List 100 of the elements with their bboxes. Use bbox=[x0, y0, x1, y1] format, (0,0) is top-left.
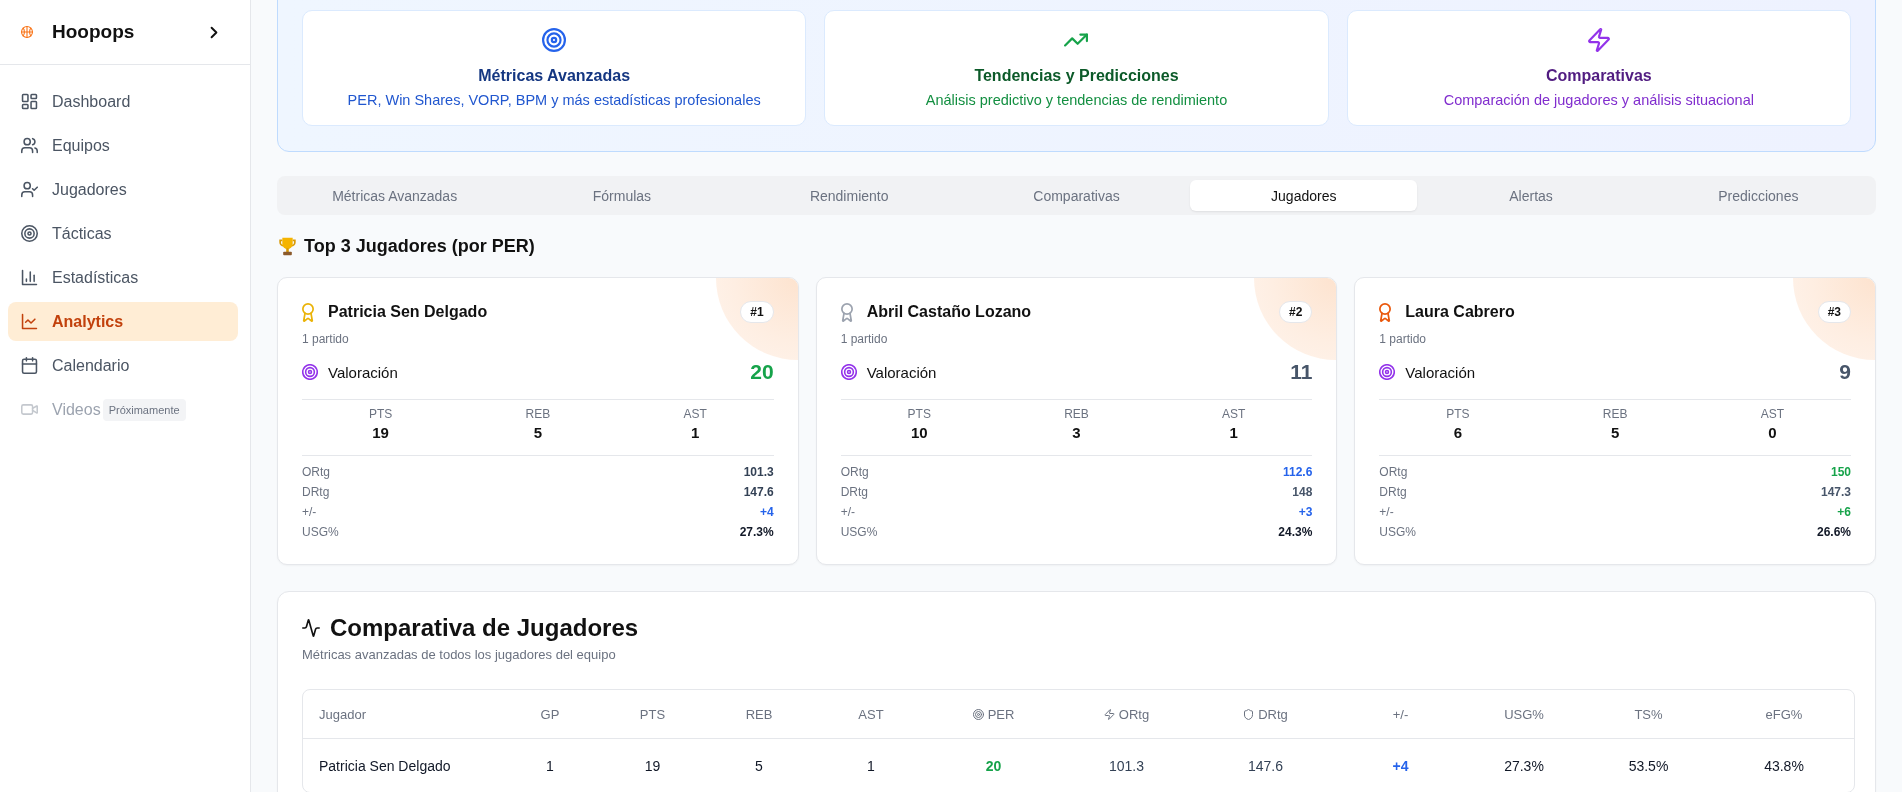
player-name: Laura Cabrero bbox=[1405, 302, 1515, 322]
section-title: Top 3 Jugadores (por PER) bbox=[304, 235, 535, 257]
nav-item[interactable]: Dashboard bbox=[8, 82, 238, 121]
nav-item[interactable]: Estadísticas bbox=[8, 258, 238, 297]
chevron-right-icon[interactable] bbox=[210, 25, 218, 39]
feature-card[interactable]: Tendencias y Predicciones Análisis predictivo y tendencias de rendimiento bbox=[824, 10, 1329, 126]
stat-value: 1 bbox=[689, 423, 701, 443]
target-icon bbox=[840, 364, 857, 380]
metric-label: +/- bbox=[1379, 504, 1394, 521]
stat-label: AST bbox=[1221, 406, 1247, 422]
metric-value: 112.6 bbox=[1282, 464, 1313, 481]
table-cell-text: 5 bbox=[754, 756, 764, 776]
metric-value: 150 bbox=[1830, 464, 1851, 481]
player-name: Abril Castaño Lozano bbox=[866, 302, 1032, 322]
target-icon bbox=[1379, 364, 1396, 380]
tab[interactable]: Comparativas bbox=[962, 180, 1191, 211]
stat-label: REB bbox=[1601, 406, 1629, 422]
target-icon bbox=[21, 225, 38, 242]
feature-title: Tendencias y Predicciones bbox=[974, 67, 1179, 85]
metric-label: ORtg bbox=[840, 464, 869, 481]
tab[interactable]: Métricas Avanzadas bbox=[281, 180, 509, 211]
table-cell-text: 101.3 bbox=[1107, 756, 1145, 776]
stat-value: 0 bbox=[1767, 423, 1778, 443]
tab[interactable]: Fórmulas bbox=[508, 180, 736, 211]
table-cell-text: Patricia Sen Delgado bbox=[318, 756, 452, 776]
rating-label: Valoración bbox=[1405, 363, 1476, 381]
feature-description: Análisis predictivo y tendencias de rendimiento bbox=[925, 91, 1228, 109]
column-header: ORtg bbox=[1118, 707, 1150, 723]
metric-value: 147.3 bbox=[1820, 484, 1851, 501]
video-icon bbox=[21, 401, 38, 418]
stat-label: PTS bbox=[906, 406, 932, 422]
line-chart-icon bbox=[21, 313, 38, 330]
metric-label: USG% bbox=[302, 524, 339, 541]
feature-description: PER, Win Shares, VORP, BPM y más estadísticas profesionales bbox=[347, 91, 761, 109]
metric-value: 147.6 bbox=[743, 484, 774, 501]
metric-value: +6 bbox=[1837, 504, 1851, 521]
tab[interactable]: Rendimiento bbox=[735, 180, 963, 211]
card-subtitle: Métricas avanzadas de todos los jugadores del equipo bbox=[302, 646, 617, 664]
nav-item[interactable]: Jugadores bbox=[8, 170, 238, 209]
column-header: Jugador bbox=[319, 707, 366, 723]
table-cell-text: 20 bbox=[984, 756, 1003, 776]
tab[interactable]: Alertas bbox=[1417, 180, 1645, 211]
table-cell-text: 1 bbox=[545, 756, 555, 776]
card-title: Comparativa de Jugadores bbox=[330, 614, 639, 642]
trophy-icon bbox=[278, 236, 297, 256]
table-cell-text: 43.8% bbox=[1763, 756, 1805, 776]
stat-value: 1 bbox=[1228, 423, 1239, 443]
table-cell-text: 27.3% bbox=[1503, 756, 1545, 776]
column-header: +/- bbox=[1392, 707, 1409, 723]
target-icon bbox=[972, 709, 984, 721]
stat-label: AST bbox=[682, 406, 708, 422]
nav-item[interactable]: Equipos bbox=[8, 126, 238, 165]
column-header: PER bbox=[987, 707, 1015, 723]
metric-value: +4 bbox=[759, 504, 774, 521]
brand-name: Hoopops bbox=[52, 21, 135, 43]
column-header: GP bbox=[540, 707, 560, 723]
column-header: PTS bbox=[639, 707, 666, 723]
metric-value: 101.3 bbox=[743, 464, 774, 481]
user-check-icon bbox=[21, 181, 38, 198]
feature-description: Comparación de jugadores y análisis situacional bbox=[1443, 91, 1754, 109]
stat-value: 6 bbox=[1452, 423, 1464, 443]
stat-value: 5 bbox=[1610, 423, 1621, 443]
rating-value: 20 bbox=[750, 360, 774, 384]
column-header: TS% bbox=[1634, 707, 1663, 723]
stat-label: AST bbox=[1759, 406, 1786, 422]
bar-chart-icon bbox=[21, 269, 38, 286]
table-cell-text: 1 bbox=[866, 756, 876, 776]
stat-label: PTS bbox=[1445, 406, 1471, 422]
column-header: DRtg bbox=[1258, 707, 1288, 723]
table-cell-text: 147.6 bbox=[1246, 756, 1284, 776]
player-name: Patricia Sen Delgado bbox=[328, 302, 488, 322]
metric-value: 24.3% bbox=[1278, 524, 1313, 541]
basketball-icon bbox=[21, 26, 33, 38]
nav-item[interactable]: Calendario bbox=[8, 346, 238, 385]
feature-title: Métricas Avanzadas bbox=[478, 67, 631, 85]
lightning-icon bbox=[1103, 709, 1115, 721]
table-cell-text: 53.5% bbox=[1627, 756, 1670, 776]
metric-value: +3 bbox=[1298, 504, 1313, 521]
metric-label: +/- bbox=[840, 504, 855, 521]
metric-label: ORtg bbox=[1379, 464, 1408, 481]
feature-card[interactable]: Métricas Avanzadas PER, Win Shares, VORP, BPM y más estadísticas profesionales bbox=[302, 10, 807, 126]
games-count: 1 partido bbox=[840, 331, 889, 347]
nav-item[interactable]: Tácticas bbox=[8, 214, 238, 253]
rating-label: Valoración bbox=[328, 363, 398, 381]
target-icon bbox=[302, 364, 318, 380]
tab[interactable]: Predicciones bbox=[1644, 180, 1872, 211]
metric-label: DRtg bbox=[840, 484, 868, 501]
metric-label: +/- bbox=[302, 504, 317, 521]
games-count: 1 partido bbox=[302, 331, 350, 347]
feature-title: Comparativas bbox=[1545, 67, 1652, 85]
tab[interactable]: Jugadores bbox=[1190, 180, 1418, 211]
feature-card[interactable]: Comparativas Comparación de jugadores y análisis situacional bbox=[1346, 10, 1851, 126]
metric-value: 26.6% bbox=[1816, 524, 1851, 541]
metric-label: ORtg bbox=[302, 464, 330, 481]
metric-value: 27.3% bbox=[739, 524, 774, 541]
rating-value: 11 bbox=[1290, 360, 1313, 384]
column-header: AST bbox=[858, 707, 884, 723]
nav-item[interactable]: Analytics bbox=[8, 302, 238, 341]
stat-label: PTS bbox=[367, 406, 394, 422]
column-header: REB bbox=[745, 707, 773, 723]
